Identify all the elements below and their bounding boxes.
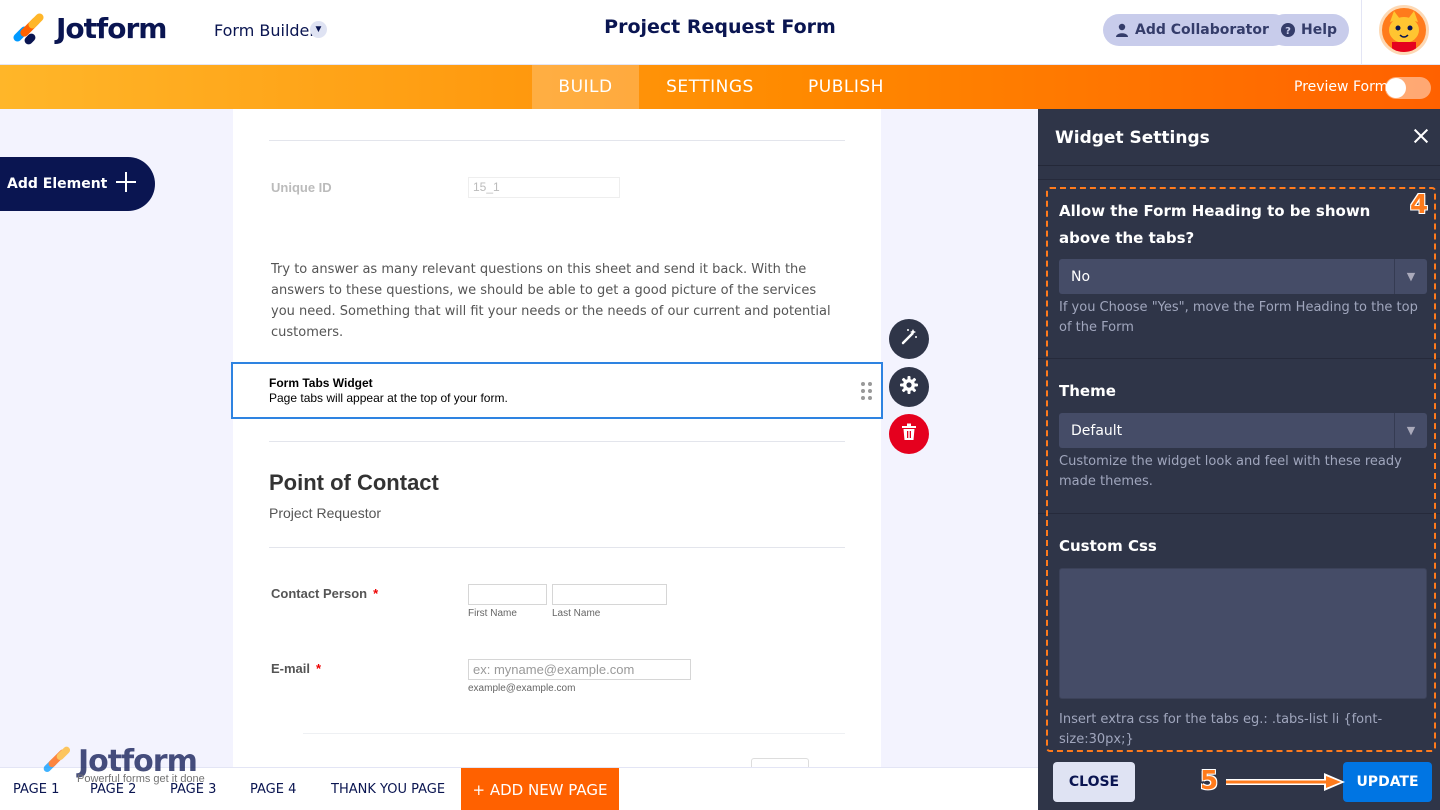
- theme-label: Theme: [1059, 382, 1116, 400]
- divider: [1038, 179, 1440, 180]
- wizard-button[interactable]: [889, 319, 929, 359]
- jotform-watermark-icon: [43, 746, 71, 773]
- add-element-label: Add Element: [7, 176, 108, 192]
- magic-wand-icon: [899, 327, 919, 352]
- builder-nav: BUILD SETTINGS PUBLISH Preview Form: [0, 65, 1440, 109]
- unique-id-field[interactable]: 15_1: [468, 177, 620, 198]
- custom-css-textarea[interactable]: [1059, 568, 1427, 699]
- preview-form-toggle[interactable]: [1385, 77, 1431, 99]
- jotform-logo[interactable]: Jotform: [11, 11, 167, 47]
- user-icon: [1115, 23, 1129, 37]
- theme-select[interactable]: Default ▼: [1059, 413, 1427, 448]
- step-marker-5: 5: [1200, 766, 1219, 796]
- header-divider: [1361, 0, 1362, 64]
- delete-button[interactable]: [889, 414, 929, 454]
- arrow-annotation: [1226, 773, 1345, 791]
- add-collaborators-button[interactable]: Add Collaborators: [1103, 14, 1290, 46]
- section-title[interactable]: Point of Contact: [269, 470, 439, 496]
- divider: [1038, 513, 1440, 514]
- form-tabs-widget[interactable]: Form Tabs Widget Page tabs will appear a…: [231, 362, 883, 419]
- close-button[interactable]: CLOSE: [1053, 762, 1135, 802]
- last-name-sublabel: Last Name: [552, 608, 601, 619]
- panel-title: Widget Settings: [1055, 128, 1210, 148]
- email-sublabel: example@example.com: [468, 683, 576, 694]
- first-name-input[interactable]: [468, 584, 547, 605]
- svg-text:?: ?: [1285, 26, 1291, 37]
- close-icon[interactable]: [1412, 127, 1430, 145]
- form-canvas: Unique ID 15_1 Try to answer as many rel…: [233, 109, 881, 767]
- first-name-sublabel: First Name: [468, 608, 517, 619]
- section-subtitle[interactable]: Project Requestor: [269, 505, 381, 521]
- trash-icon: [901, 423, 917, 446]
- tab-build[interactable]: BUILD: [532, 65, 639, 109]
- unique-id-label: Unique ID: [271, 180, 332, 195]
- watermark-tagline: Powerful forms get it done: [77, 773, 205, 785]
- required-mark: *: [373, 586, 379, 601]
- heading-option-select[interactable]: No ▼: [1059, 259, 1427, 294]
- widget-title: Form Tabs Widget: [269, 376, 373, 390]
- help-button[interactable]: ? Help: [1269, 14, 1350, 46]
- page-tab-4[interactable]: PAGE 4: [250, 768, 296, 810]
- step-marker-4: 4: [1410, 190, 1429, 220]
- thank-you-page-tab[interactable]: THANK YOU PAGE: [331, 768, 445, 810]
- intro-text: Try to answer as many relevant questions…: [271, 262, 831, 340]
- email-input[interactable]: ex: myname@example.com: [468, 659, 691, 680]
- drag-handle-icon[interactable]: [861, 382, 873, 400]
- contact-person-label: Contact Person *: [271, 586, 379, 601]
- divider: [269, 140, 845, 141]
- email-label: E-mail *: [271, 661, 322, 676]
- heading-option-label: Allow the Form Heading to be shown above…: [1059, 202, 1371, 247]
- toggle-knob: [1386, 78, 1406, 98]
- update-button[interactable]: UPDATE: [1343, 762, 1432, 802]
- custom-css-help: Insert extra css for the tabs eg.: .tabs…: [1059, 712, 1383, 747]
- brand-name: Jotform: [56, 11, 167, 45]
- chevron-down-icon: ▼: [1394, 413, 1427, 448]
- widget-settings-panel: Widget Settings Allow the Form Heading t…: [1038, 109, 1440, 810]
- theme-value: Default: [1071, 422, 1123, 439]
- help-icon: ?: [1281, 23, 1295, 37]
- avatar[interactable]: [1379, 5, 1429, 55]
- heading-option-help: If you Choose "Yes", move the Form Headi…: [1059, 300, 1418, 335]
- theme-help: Customize the widget look and feel with …: [1059, 454, 1402, 489]
- gear-icon: [899, 375, 919, 400]
- divider: [1038, 358, 1440, 359]
- form-builder-label[interactable]: Form Builder: [214, 21, 316, 40]
- divider: [269, 441, 845, 442]
- preview-form-label: Preview Form: [1294, 79, 1389, 95]
- next-button-partial[interactable]: [751, 758, 809, 767]
- top-header: Jotform Form Builder ▼ Project Request F…: [0, 0, 1440, 65]
- plus-icon: [115, 171, 137, 193]
- add-collaborators-label: Add Collaborators: [1135, 22, 1278, 38]
- last-name-input[interactable]: [552, 584, 667, 605]
- panel-header: Widget Settings: [1038, 109, 1440, 166]
- heading-option-value: No: [1071, 268, 1091, 285]
- widget-description: Page tabs will appear at the top of your…: [269, 391, 508, 405]
- jotform-watermark: Jotform Powerful forms get it done: [40, 744, 205, 785]
- divider: [303, 733, 845, 734]
- required-mark: *: [316, 661, 322, 676]
- tab-settings[interactable]: SETTINGS: [652, 65, 768, 109]
- add-element-button[interactable]: Add Element: [0, 157, 155, 211]
- help-label: Help: [1301, 22, 1338, 38]
- custom-css-label: Custom Css: [1059, 537, 1157, 555]
- divider: [269, 547, 845, 548]
- jotform-logo-icon: [11, 11, 46, 47]
- chevron-down-icon: ▼: [1394, 259, 1427, 294]
- tab-publish[interactable]: PUBLISH: [795, 65, 897, 109]
- add-new-page-button[interactable]: + ADD NEW PAGE: [461, 768, 619, 810]
- widget-settings-button[interactable]: [889, 367, 929, 407]
- chevron-down-icon[interactable]: ▼: [310, 21, 327, 38]
